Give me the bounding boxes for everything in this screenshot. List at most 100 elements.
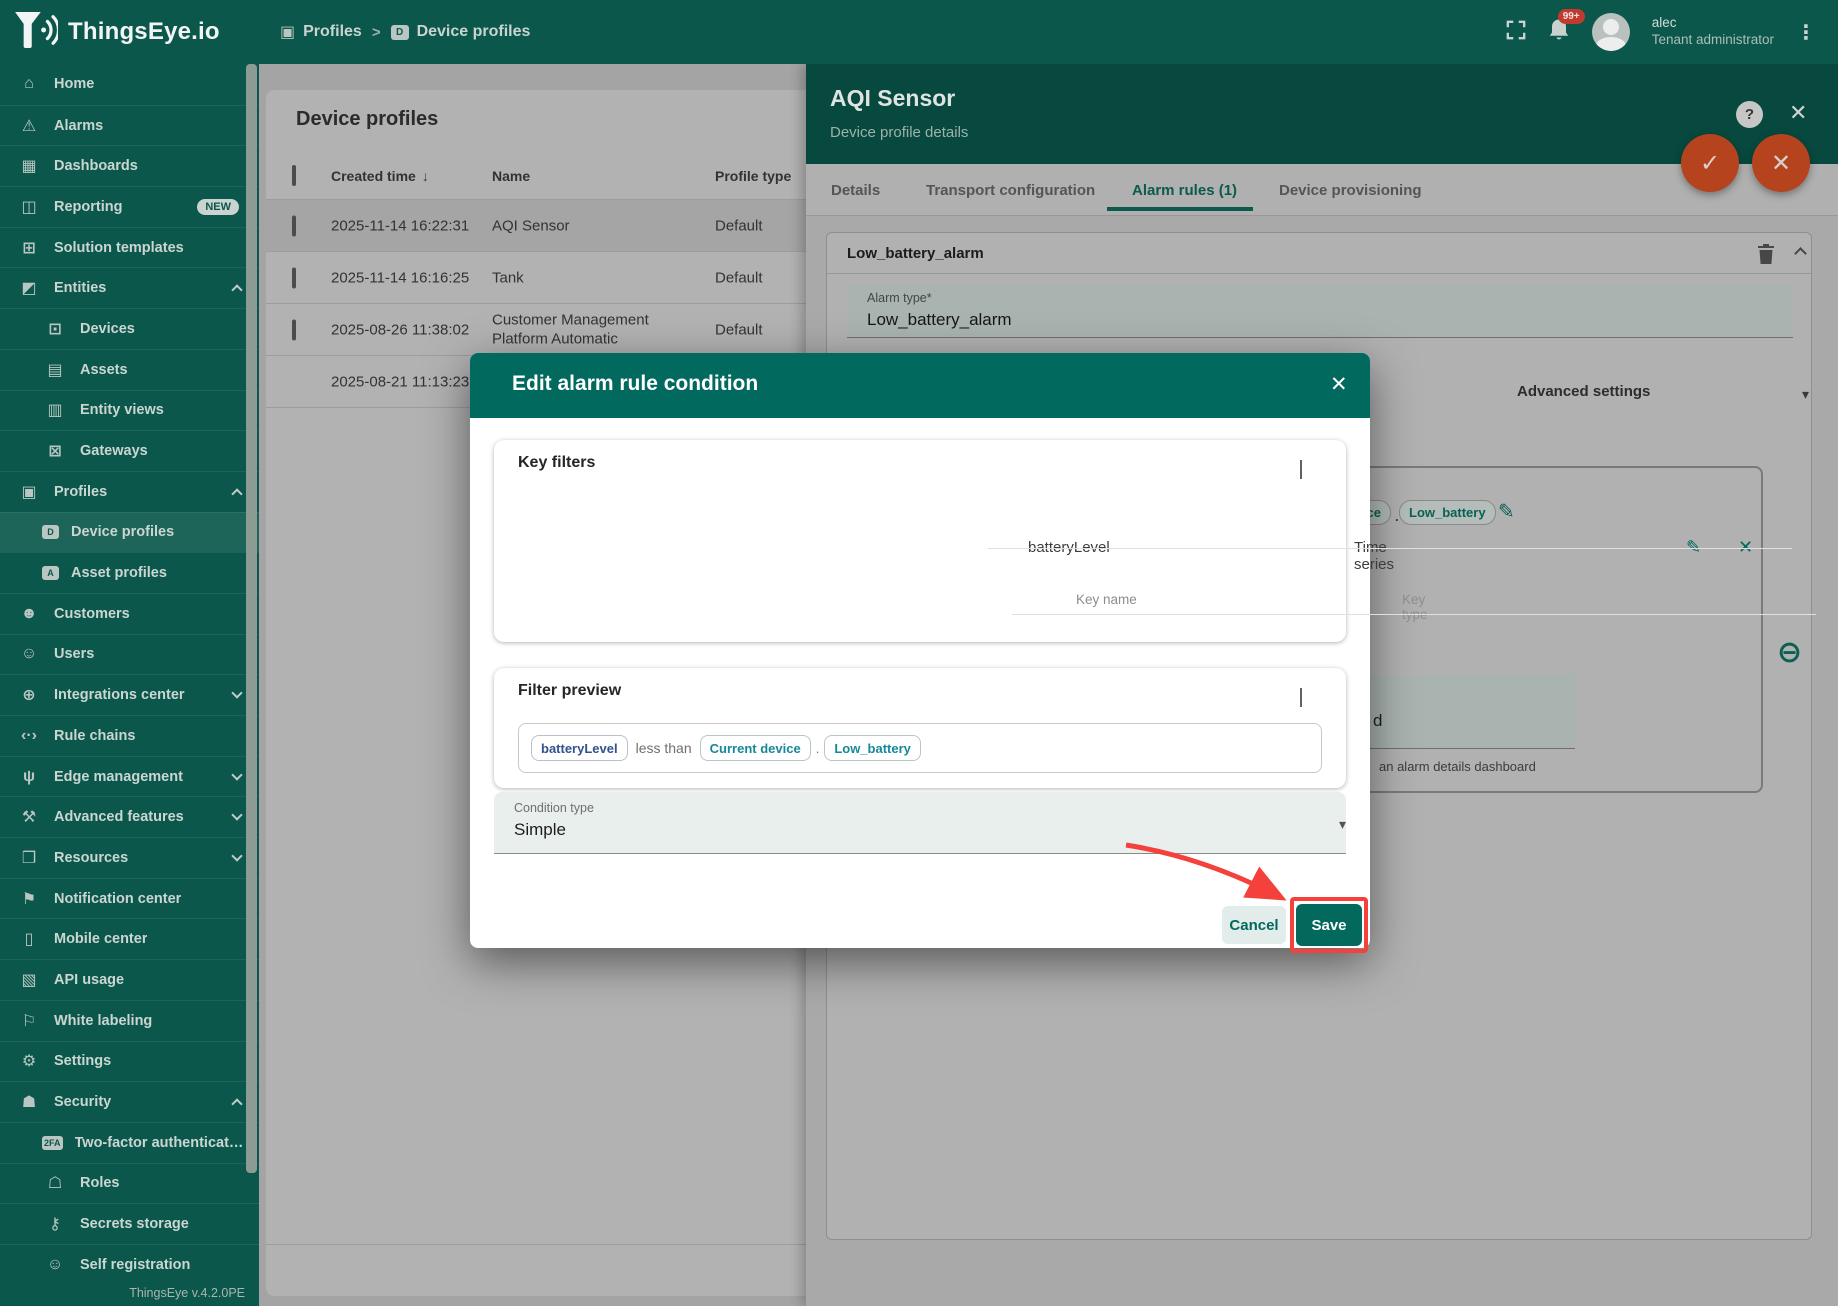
- chevron-down-icon: [231, 687, 242, 698]
- two-factor-authentication-icon: 2FA: [42, 1136, 63, 1150]
- sidebar-item-users[interactable]: ☺Users: [0, 634, 259, 675]
- help-icon[interactable]: ?: [1736, 101, 1763, 128]
- sidebar-item-label: API usage: [54, 972, 124, 988]
- sidebar-item-advanced-features[interactable]: ⚒Advanced features: [0, 796, 259, 837]
- sidebar-item-solution-templates[interactable]: ⊞Solution templates: [0, 227, 259, 268]
- sidebar-item-mobile-center[interactable]: ▯Mobile center: [0, 918, 259, 959]
- column-profile-type[interactable]: Profile type: [715, 168, 791, 184]
- remove-condition-icon[interactable]: ⊖: [1777, 635, 1802, 670]
- filter-preview-card: Filter preview batteryLevel less than Cu…: [494, 668, 1346, 788]
- filter-entity-chip[interactable]: Current device: [700, 735, 811, 761]
- sidebar-item-settings[interactable]: ⚙Settings: [0, 1041, 259, 1082]
- sidebar-item-devices[interactable]: ⊡Devices: [0, 308, 259, 349]
- discard-changes-fab[interactable]: ✕: [1752, 134, 1810, 192]
- app-logo[interactable]: ThingsEye.io: [0, 11, 250, 54]
- delete-alarm-icon[interactable]: [1756, 243, 1776, 270]
- panel-close-icon[interactable]: ✕: [1789, 100, 1807, 126]
- sidebar-item-notification-center[interactable]: ⚑Notification center: [0, 878, 259, 919]
- advanced-settings-toggle[interactable]: Advanced settings: [1517, 383, 1650, 400]
- details-subtitle: Device profile details: [830, 124, 968, 141]
- tab-transport-configuration[interactable]: Transport configuration: [926, 164, 1095, 216]
- alarm-type-field[interactable]: Alarm type* Low_battery_alarm: [847, 284, 1793, 338]
- table-row[interactable]: 2025-11-14 16:22:31AQI SensorDefault: [266, 200, 806, 252]
- sidebar-item-resources[interactable]: ❒Resources: [0, 837, 259, 878]
- sidebar-item-device-profiles[interactable]: DDevice profiles: [0, 512, 259, 553]
- collapse-alarm-icon[interactable]: [1796, 249, 1805, 258]
- filter-value-chip[interactable]: Low_battery: [824, 735, 921, 761]
- sidebar-item-customers[interactable]: ☻Customers: [0, 593, 259, 634]
- sidebar-item-label: Reporting: [54, 199, 122, 215]
- sidebar-item-profiles[interactable]: ▣Profiles: [0, 471, 259, 512]
- apply-changes-fab[interactable]: ✓: [1681, 134, 1739, 192]
- sidebar-item-entities[interactable]: ◩Entities: [0, 267, 259, 308]
- more-menu-icon[interactable]: ⋮: [1796, 20, 1816, 45]
- dialog-close-icon[interactable]: ✕: [1330, 372, 1348, 397]
- white-labeling-icon: ⚐: [16, 1011, 42, 1031]
- roles-icon: ☖: [42, 1173, 68, 1193]
- tab-details[interactable]: Details: [831, 164, 880, 216]
- edge-management-icon: ψ: [16, 768, 42, 786]
- edit-condition-icon[interactable]: ✎: [1498, 499, 1515, 524]
- fullscreen-icon[interactable]: [1506, 20, 1526, 45]
- sidebar-item-edge-management[interactable]: ψ Edge management: [0, 756, 259, 797]
- column-name[interactable]: Name: [492, 168, 687, 184]
- key-filters-card: Key filters Key name Key type batteryLev…: [494, 440, 1346, 642]
- notifications-bell-icon[interactable]: 99+: [1548, 18, 1570, 47]
- avatar[interactable]: [1592, 13, 1630, 51]
- chevron-down-icon: [231, 850, 242, 861]
- sidebar-item-rule-chains[interactable]: ‹·›Rule chains: [0, 715, 259, 756]
- sidebar-item-dashboards[interactable]: ▦ Dashboards: [0, 145, 259, 186]
- filter-preview-collapse-icon[interactable]: [1300, 688, 1302, 706]
- sidebar-item-asset-profiles[interactable]: AAsset profiles: [0, 552, 259, 593]
- cell-name: AQI Sensor: [492, 216, 687, 236]
- sidebar-item-home[interactable]: ⌂Home: [0, 64, 259, 105]
- table-row[interactable]: 2025-08-26 11:38:02Customer Management P…: [266, 304, 806, 356]
- sidebar-item-gateways[interactable]: ⊠Gateways: [0, 430, 259, 471]
- sidebar-item-label: Edge management: [54, 769, 183, 785]
- cell-created-time: 2025-11-14 16:16:25: [331, 269, 469, 286]
- sidebar-item-roles[interactable]: ☖Roles: [0, 1163, 259, 1204]
- breadcrumb-profiles[interactable]: ▣ Profiles: [280, 22, 362, 42]
- sidebar-item-security[interactable]: ☗Security: [0, 1081, 259, 1122]
- column-created-time[interactable]: Created time↓: [331, 168, 429, 184]
- sidebar-item-assets[interactable]: ▤Assets: [0, 349, 259, 390]
- sidebar-item-alarms[interactable]: ⚠Alarms: [0, 105, 259, 146]
- row-checkbox[interactable]: [292, 319, 296, 340]
- low-battery-chip[interactable]: Low_battery: [1399, 500, 1496, 525]
- sidebar-item-reporting[interactable]: ◫ReportingNEW: [0, 186, 259, 227]
- sidebar-item-self-registration[interactable]: ☺Self registration: [0, 1244, 259, 1285]
- sidebar-item-two-factor-authentication[interactable]: 2FATwo-factor authenticati…: [0, 1122, 259, 1163]
- sidebar-scrollbar[interactable]: [246, 64, 257, 1173]
- sidebar-item-integrations-center[interactable]: ⊕Integrations center: [0, 674, 259, 715]
- user-info[interactable]: alec Tenant administrator: [1652, 15, 1774, 49]
- key-filters-collapse-icon[interactable]: [1300, 460, 1302, 478]
- table-row[interactable]: 2025-11-14 16:16:25TankDefault: [266, 252, 806, 304]
- entity-views-icon: ▥: [42, 400, 68, 420]
- sidebar-item-label: Self registration: [80, 1257, 190, 1273]
- filter-key-chip[interactable]: batteryLevel: [531, 735, 628, 761]
- alarm-type-value: Low_battery_alarm: [867, 310, 1012, 330]
- rule-chains-icon: ‹·›: [16, 727, 42, 745]
- tab-device-provisioning[interactable]: Device provisioning: [1279, 164, 1422, 216]
- row-checkbox[interactable]: [292, 215, 296, 236]
- row-checkbox[interactable]: [292, 267, 296, 288]
- sidebar-item-secrets-storage[interactable]: ⚷Secrets storage: [0, 1203, 259, 1244]
- sidebar-item-api-usage[interactable]: ▧API usage: [0, 959, 259, 1000]
- sidebar-item-label: Solution templates: [54, 240, 184, 256]
- sidebar-item-white-labeling[interactable]: ⚐White labeling: [0, 1000, 259, 1041]
- assets-icon: ▤: [42, 360, 68, 380]
- pointer-arrow-annotation: [1108, 833, 1308, 923]
- dashboards-icon: ▦: [16, 156, 42, 176]
- chevron-down-icon: [231, 769, 242, 780]
- breadcrumb-device-profiles[interactable]: D Device profiles: [391, 23, 531, 41]
- sort-desc-icon: ↓: [422, 168, 429, 184]
- cell-name: Tank: [492, 268, 687, 288]
- sidebar-item-label: Dashboards: [54, 158, 138, 174]
- breadcrumb-separator: >: [372, 24, 381, 41]
- customers-icon: ☻: [16, 605, 42, 623]
- select-all-checkbox[interactable]: [292, 165, 296, 186]
- sidebar-item-entity-views[interactable]: ▥Entity views: [0, 390, 259, 431]
- notification-center-icon: ⚑: [16, 889, 42, 909]
- security-icon: ☗: [16, 1092, 42, 1112]
- alarms-icon: ⚠: [16, 116, 42, 136]
